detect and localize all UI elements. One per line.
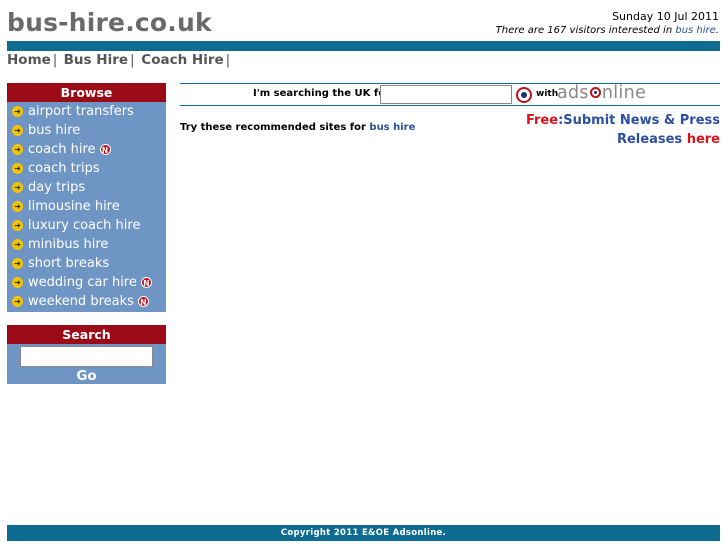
recommended-text: Try these recommended sites for	[180, 122, 370, 133]
arrow-right-icon: ➜	[12, 220, 23, 231]
brand-ads: ads	[557, 83, 589, 103]
browse-item-label: short breaks	[28, 256, 110, 271]
browse-item[interactable]: ➜ bus hire	[7, 121, 166, 140]
nav-bus-hire[interactable]: Bus Hire	[64, 52, 128, 68]
browse-item-label: limousine hire	[28, 199, 120, 214]
sidebar-search-input[interactable]	[20, 346, 153, 367]
browse-item[interactable]: ➜ minibus hire	[7, 235, 166, 254]
arrow-right-icon: ➜	[12, 163, 23, 174]
promo-free: Free	[525, 113, 559, 128]
arrow-right-icon: ➜	[12, 296, 23, 307]
browse-panel: Browse ➜ airport transfers ➜ bus hire ➜ coach…	[7, 83, 166, 312]
visitor-text: There are 167 visitors interested in	[495, 25, 676, 36]
browse-item[interactable]: ➜ weekend breaks N	[7, 292, 166, 311]
browse-item[interactable]: ➜ short breaks	[7, 254, 166, 273]
header-bar	[7, 41, 720, 51]
nav-coach-hire[interactable]: Coach Hire	[141, 52, 223, 68]
radio-button[interactable]	[516, 87, 532, 103]
arrow-right-icon: ➜	[12, 106, 23, 117]
uk-search-label: I'm searching the UK for...	[253, 88, 400, 99]
main-nav: Home | Bus Hire | Coach Hire |	[7, 52, 232, 68]
visitor-count: There are 167 visitors interested in bus…	[496, 25, 719, 36]
site-logo[interactable]: bus-hire.co.uk	[7, 8, 212, 37]
browse-item-label: wedding car hire	[28, 275, 137, 290]
browse-item-label: airport transfers	[28, 104, 134, 119]
uk-search-bar: I'm searching the UK for... with ads nlin…	[180, 83, 720, 106]
browse-item-label: day trips	[28, 180, 86, 195]
nav-separator: |	[225, 52, 231, 68]
new-badge-icon: N	[137, 296, 149, 307]
browse-item-label: minibus hire	[28, 237, 109, 252]
with-label: with	[536, 89, 559, 99]
arrow-right-icon: ➜	[12, 125, 23, 136]
browse-item[interactable]: ➜ coach trips	[7, 159, 166, 178]
browse-title: Browse	[7, 83, 166, 102]
adsonline-logo[interactable]: ads nline	[557, 83, 646, 103]
arrow-right-icon: ➜	[12, 182, 23, 193]
browse-item[interactable]: ➜ day trips	[7, 178, 166, 197]
new-badge-icon: N	[99, 144, 111, 155]
visitor-link[interactable]: bus hire	[675, 25, 715, 36]
arrow-right-icon: ➜	[12, 258, 23, 269]
target-o-icon	[589, 87, 601, 98]
browse-item[interactable]: ➜ luxury coach hire	[7, 216, 166, 235]
browse-item-label: coach trips	[28, 161, 100, 176]
nav-home[interactable]: Home	[7, 52, 51, 68]
current-date: Sunday 10 Jul 2011	[612, 10, 719, 23]
promo-line2: Releases	[616, 132, 687, 147]
visitor-suffix: .	[715, 25, 719, 36]
browse-item-label: weekend breaks	[28, 294, 134, 309]
new-badge-icon: N	[140, 277, 152, 288]
browse-item[interactable]: ➜ coach hire N	[7, 140, 166, 159]
browse-item[interactable]: ➜ wedding car hire N	[7, 273, 166, 292]
browse-item-label: coach hire	[28, 142, 96, 157]
arrow-right-icon: ➜	[12, 277, 23, 288]
recommended-sites: Try these recommended sites for bus hire	[180, 122, 415, 133]
browse-item-label: luxury coach hire	[28, 218, 141, 233]
arrow-right-icon: ➜	[12, 144, 23, 155]
nav-separator: |	[130, 52, 135, 68]
search-panel: Search Go	[7, 325, 166, 384]
go-button[interactable]: Go	[7, 368, 166, 384]
browse-item-label: bus hire	[28, 123, 81, 138]
browse-item[interactable]: ➜ airport transfers	[7, 102, 166, 121]
brand-nline: nline	[601, 83, 647, 103]
arrow-right-icon: ➜	[12, 239, 23, 250]
recommended-link[interactable]: bus hire	[369, 122, 415, 133]
search-title: Search	[7, 325, 166, 344]
nav-separator: |	[52, 52, 62, 68]
promo-line1: :Submit News & Press	[558, 113, 720, 128]
arrow-right-icon: ➜	[12, 201, 23, 212]
uk-search-input[interactable]	[380, 85, 512, 104]
submit-press-promo[interactable]: Free:Submit News & Press Releases here	[526, 111, 720, 149]
browse-list: ➜ airport transfers ➜ bus hire ➜ coach hire N ➜…	[7, 102, 166, 311]
footer: Copyright 2011 E&OE Adsonline.	[7, 525, 720, 541]
browse-item[interactable]: ➜ limousine hire	[7, 197, 166, 216]
promo-here-link[interactable]: here	[687, 132, 720, 147]
